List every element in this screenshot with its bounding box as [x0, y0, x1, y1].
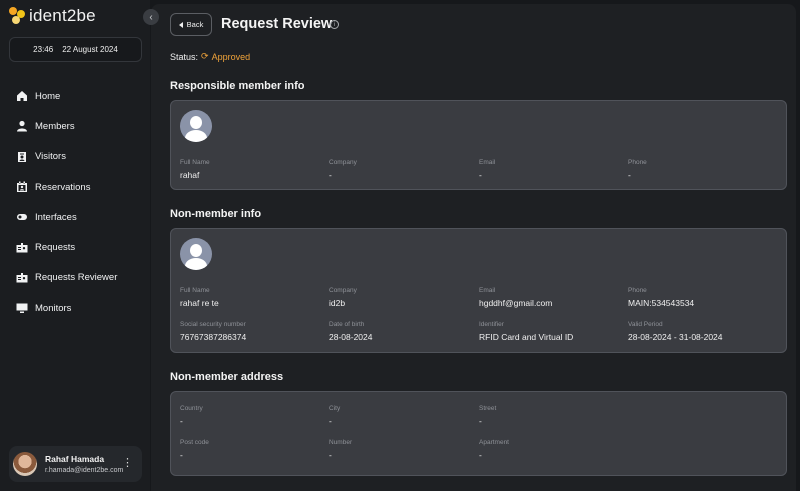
- responsible-member-card: Full Name rahaf Company - Email - Phone …: [170, 100, 787, 190]
- back-button-label: Back: [186, 20, 204, 29]
- sidebar-item-requests-reviewer[interactable]: Requests Reviewer: [16, 263, 117, 293]
- info-icon[interactable]: i: [330, 20, 339, 29]
- sidebar-item-label: Interfaces: [35, 211, 77, 223]
- field-city: City -: [329, 405, 341, 426]
- field-social-security-number: Social security number 76767387286374: [180, 321, 247, 342]
- caret-left-icon: [178, 21, 183, 28]
- user-name: Rahaf Hamada: [45, 454, 105, 464]
- field-street: Street -: [479, 405, 497, 426]
- sidebar-item-requests[interactable]: Requests: [16, 232, 117, 262]
- page-title: Request Review: [221, 16, 333, 32]
- main-content: Back Request Review i Status: ⟳ Approved…: [151, 4, 796, 491]
- field-phone: Phone -: [628, 159, 647, 180]
- badge-icon: [16, 151, 28, 163]
- sidebar-item-label: Requests Reviewer: [35, 272, 118, 284]
- field-full-name: Full Name rahaf: [180, 159, 210, 180]
- calendar-user-icon: [16, 181, 28, 193]
- toggle-icon: [16, 211, 28, 223]
- field-email: Email hgddhf@gmail.com: [479, 287, 553, 308]
- non-member-info-title: Non-member info: [170, 208, 262, 220]
- monitor-icon: [16, 302, 28, 314]
- status-label: Status:: [170, 51, 199, 62]
- spinner-icon: ⟳: [201, 51, 209, 61]
- sidebar-item-reservations[interactable]: Reservations: [16, 172, 117, 202]
- field-phone: Phone MAIN:534543534: [628, 287, 695, 308]
- more-options-icon[interactable]: ⋮: [122, 458, 133, 469]
- person-icon: [16, 120, 28, 132]
- field-company: Company id2b: [329, 287, 357, 308]
- field-date-of-birth: Date of birth 28-08-2024: [329, 321, 373, 342]
- user-email: r.hamada@ident2be.com: [45, 467, 124, 474]
- sidebar-item-label: Monitors: [35, 302, 72, 314]
- field-identifier: Identifier RFID Card and Virtual ID: [479, 321, 574, 342]
- field-full-name: Full Name rahaf re te: [180, 287, 219, 308]
- sidebar-item-label: Members: [35, 120, 75, 132]
- logo-text: ident2be: [29, 6, 96, 25]
- user-placeholder-icon: [180, 238, 212, 270]
- field-number: Number -: [329, 439, 353, 460]
- sidebar: ident2be 23:46 22 August 2024 Home Membe…: [0, 0, 150, 491]
- non-member-info-card: Full Name rahaf re te Company id2b Email…: [170, 228, 787, 353]
- current-date: 22 August 2024: [62, 45, 118, 54]
- datetime-display: 23:46 22 August 2024: [9, 37, 142, 62]
- sidebar-item-label: Requests: [35, 242, 76, 254]
- status-row: Status: ⟳ Approved: [170, 51, 250, 62]
- non-member-address-card: Country - City - Street - Post code - Nu…: [170, 391, 787, 476]
- id-card-icon: [16, 242, 28, 254]
- field-post-code: Post code -: [180, 439, 209, 460]
- logo-mark-icon: [9, 7, 27, 25]
- current-time: 23:46: [33, 45, 54, 54]
- sidebar-item-home[interactable]: Home: [16, 81, 117, 111]
- responsible-member-title: Responsible member info: [170, 80, 305, 92]
- sidebar-item-label: Reservations: [35, 181, 91, 193]
- home-icon: [16, 90, 28, 102]
- status-badge: Approved: [211, 51, 251, 62]
- id-card-icon: [16, 272, 28, 284]
- sidebar-item-members[interactable]: Members: [16, 111, 117, 141]
- sidebar-item-interfaces[interactable]: Interfaces: [16, 202, 117, 232]
- field-email: Email -: [479, 159, 496, 180]
- sidebar-item-visitors[interactable]: Visitors: [16, 142, 117, 172]
- field-company: Company -: [329, 159, 357, 180]
- collapse-sidebar-button[interactable]: ‹: [143, 9, 159, 25]
- sidebar-item-monitors[interactable]: Monitors: [16, 293, 117, 323]
- sidebar-nav: Home Members Visitors Reservations Inter…: [16, 81, 117, 323]
- non-member-address-title: Non-member address: [170, 371, 284, 383]
- avatar: [13, 452, 37, 476]
- chevron-left-icon: ‹: [149, 11, 153, 23]
- back-button[interactable]: Back: [170, 13, 212, 36]
- field-apartment: Apartment -: [479, 439, 509, 460]
- sidebar-item-label: Visitors: [35, 151, 66, 163]
- field-country: Country -: [180, 405, 203, 426]
- user-profile-card[interactable]: Rahaf Hamada r.hamada@ident2be.com ⋮: [9, 446, 142, 482]
- sidebar-item-label: Home: [35, 90, 61, 102]
- app-logo[interactable]: ident2be: [9, 6, 96, 26]
- field-valid-period: Valid Period 28-08-2024 - 31-08-2024: [628, 321, 723, 342]
- user-placeholder-icon: [180, 110, 212, 142]
